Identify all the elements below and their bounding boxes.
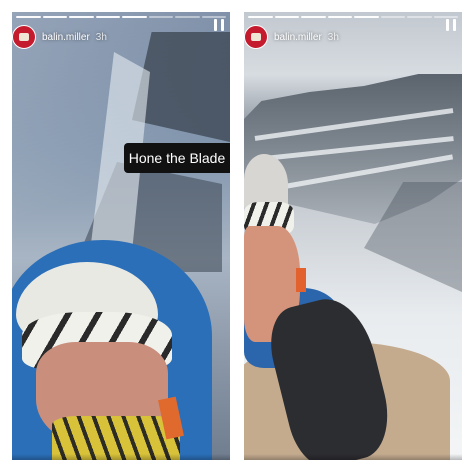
progress-segment	[148, 16, 173, 18]
progress-segment	[16, 16, 41, 18]
progress-segment	[248, 16, 273, 18]
progress-segment	[122, 16, 147, 18]
story-time-ago: 3h	[327, 31, 339, 43]
story-header: balin.miller 3h	[244, 24, 462, 50]
climber-strap	[296, 268, 306, 292]
story-caption: Hone the Blade	[124, 143, 230, 173]
story-time-ago: 3h	[95, 31, 107, 43]
progress-segment	[175, 16, 200, 18]
story-photo-left	[12, 12, 230, 460]
progress-segment	[274, 16, 299, 18]
progress-segment	[42, 16, 67, 18]
story-right[interactable]: balin.miller 3h	[244, 12, 462, 460]
story-photo-right	[244, 12, 462, 460]
story-left[interactable]: balin.miller 3h Hone the Blade	[12, 12, 230, 460]
progress-segment	[407, 16, 432, 18]
story-username[interactable]: balin.miller	[42, 32, 90, 43]
story-username[interactable]: balin.miller	[274, 32, 322, 43]
progress-segment	[433, 16, 458, 18]
story-header: balin.miller 3h	[12, 24, 230, 50]
progress-segment	[380, 16, 405, 18]
story-progress-bar	[248, 16, 458, 18]
profile-avatar-icon[interactable]	[244, 25, 268, 49]
progress-segment	[354, 16, 379, 18]
story-footer-shade	[244, 454, 462, 460]
pause-icon[interactable]	[446, 19, 456, 31]
progress-segment	[95, 16, 120, 18]
progress-segment	[327, 16, 352, 18]
progress-segment	[301, 16, 326, 18]
progress-segment	[69, 16, 94, 18]
pause-icon[interactable]	[214, 19, 224, 31]
profile-avatar-icon[interactable]	[12, 25, 36, 49]
progress-segment	[201, 16, 226, 18]
story-footer-shade	[12, 454, 230, 460]
story-progress-bar	[16, 16, 226, 18]
